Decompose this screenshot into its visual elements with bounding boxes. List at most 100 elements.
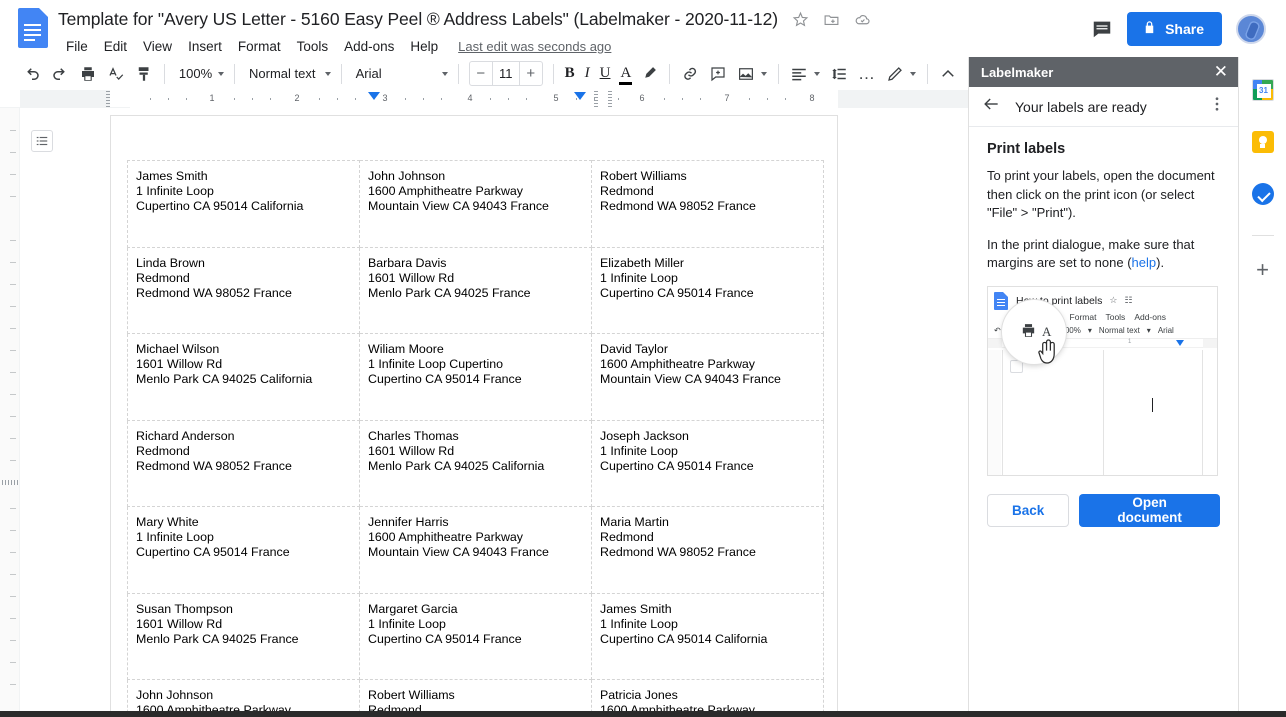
collapse-toolbar-icon[interactable] xyxy=(934,61,962,87)
paragraph-style-selector[interactable]: Normal text xyxy=(241,61,335,87)
spelling-check-icon[interactable] xyxy=(102,61,130,87)
table-row[interactable]: Linda Brown Redmond Redmond WA 98052 Fra… xyxy=(127,246,824,334)
insert-link-icon[interactable] xyxy=(676,61,704,87)
align-left-icon[interactable] xyxy=(785,61,825,87)
label-cell[interactable]: James Smith 1 Infinite Loop Cupertino CA… xyxy=(127,160,360,248)
menu-item-insert[interactable]: Insert xyxy=(180,37,230,56)
label-cell[interactable]: Mary White 1 Infinite Loop Cupertino CA … xyxy=(127,506,360,594)
line-spacing-icon[interactable] xyxy=(825,61,853,87)
label-cell[interactable]: John Johnson 1600 Amphitheatre Parkway M… xyxy=(359,160,592,248)
document-page[interactable]: James Smith 1 Infinite Loop Cupertino CA… xyxy=(110,115,838,717)
menu-item-addons[interactable]: Add-ons xyxy=(336,37,402,56)
table-row[interactable]: Richard Anderson Redmond Redmond WA 9805… xyxy=(127,419,824,507)
table-row[interactable]: Michael Wilson 1601 Willow Rd Menlo Park… xyxy=(127,333,824,421)
font-size-stepper[interactable]: − 11 + xyxy=(468,61,543,86)
back-arrow-icon[interactable] xyxy=(981,94,1001,119)
italic-button[interactable]: I xyxy=(580,61,595,87)
star-icon[interactable] xyxy=(792,11,809,28)
label-cell[interactable]: Charles Thomas 1601 Willow Rd Menlo Park… xyxy=(359,419,592,507)
label-cell[interactable]: Richard Anderson Redmond Redmond WA 9805… xyxy=(127,419,360,507)
print-icon[interactable] xyxy=(74,61,102,87)
share-button[interactable]: Share xyxy=(1127,12,1222,46)
highlight-pen-icon[interactable] xyxy=(636,61,663,87)
preview-caret-icon: ▾ xyxy=(1087,325,1092,335)
paint-format-icon[interactable] xyxy=(130,61,158,87)
menu-item-view[interactable]: View xyxy=(135,37,180,56)
right-indent-marker[interactable] xyxy=(574,92,586,100)
ruler-number-2: 2 xyxy=(294,93,300,103)
horizontal-ruler[interactable]: 1 2 3 4 5 6 7 8 xyxy=(0,90,968,108)
menu-item-format[interactable]: Format xyxy=(230,37,289,56)
menu-item-help[interactable]: Help xyxy=(402,37,446,56)
page-title[interactable]: Template for "Avery US Letter - 5160 Eas… xyxy=(58,9,778,30)
zoom-selector[interactable]: 100% xyxy=(171,61,228,87)
label-cell[interactable]: Barbara Davis 1601 Willow Rd Menlo Park … xyxy=(359,246,592,334)
label-cell[interactable]: David Taylor 1600 Amphitheatre Parkway M… xyxy=(591,333,824,421)
label-name: James Smith xyxy=(600,601,672,616)
move-to-folder-icon[interactable] xyxy=(823,11,840,28)
menu-item-file[interactable]: File xyxy=(58,37,96,56)
page-edge-handle[interactable] xyxy=(608,91,612,107)
table-row[interactable]: Susan Thompson 1601 Willow Rd Menlo Park… xyxy=(127,592,824,680)
label-name: John Johnson xyxy=(368,169,446,183)
sidebar-header: Labelmaker ✕ xyxy=(969,57,1238,87)
document-canvas[interactable]: James Smith 1 Infinite Loop Cupertino CA… xyxy=(20,108,968,717)
open-document-button[interactable]: Open document xyxy=(1079,493,1220,527)
label-name: John Johnson xyxy=(136,688,214,702)
pencil-editing-icon[interactable] xyxy=(881,61,921,87)
underline-button[interactable]: U xyxy=(595,61,616,87)
font-size-input[interactable]: 11 xyxy=(491,62,520,85)
last-edit-status[interactable]: Last edit was seconds ago xyxy=(458,39,611,54)
left-margin-handle[interactable] xyxy=(106,91,110,107)
vertical-ruler[interactable] xyxy=(0,108,20,717)
font-selector[interactable]: Arial xyxy=(348,61,452,87)
more-toolbar-options-button[interactable]: … xyxy=(853,61,881,87)
print-instructions-preview-image: How to print labels ☆ ☷ View Insert Form… xyxy=(987,285,1218,476)
font-size-increase-button[interactable]: + xyxy=(520,62,542,85)
redo-icon[interactable] xyxy=(46,61,74,87)
label-name: Margaret Garcia xyxy=(368,601,458,616)
label-cell[interactable]: Maria Martin Redmond Redmond WA 98052 Fr… xyxy=(591,506,824,594)
label-cell[interactable]: Joseph Jackson 1 Infinite Loop Cupertino… xyxy=(591,419,824,507)
calendar-day-number: 31 xyxy=(1256,84,1271,98)
google-keep-icon[interactable] xyxy=(1251,131,1274,153)
label-cell[interactable]: James Smith 1 Infinite Loop Cupertino CA… xyxy=(591,592,824,680)
label-cell[interactable]: Margaret Garcia 1 Infinite Loop Cupertin… xyxy=(359,592,592,680)
google-calendar-icon[interactable]: 31 xyxy=(1251,79,1274,101)
label-cell[interactable]: Robert Williams Redmond Redmond WA 98052… xyxy=(591,160,824,248)
add-comment-icon[interactable] xyxy=(704,61,732,87)
label-cell[interactable]: Jennifer Harris 1600 Amphitheatre Parkwa… xyxy=(359,506,592,594)
more-options-icon[interactable] xyxy=(1208,95,1226,118)
google-tasks-icon[interactable] xyxy=(1251,183,1274,205)
labels-table[interactable]: James Smith 1 Infinite Loop Cupertino CA… xyxy=(127,160,824,717)
back-button[interactable]: Back xyxy=(987,493,1070,527)
label-cell[interactable]: Susan Thompson 1601 Willow Rd Menlo Park… xyxy=(127,592,360,680)
right-margin-handle[interactable] xyxy=(594,91,598,107)
font-size-decrease-button[interactable]: − xyxy=(470,62,492,85)
label-street: 1600 Amphitheatre Parkway xyxy=(368,184,523,199)
label-cell[interactable]: Elizabeth Miller 1 Infinite Loop Cuperti… xyxy=(591,246,824,334)
label-name: Patricia Jones xyxy=(600,688,678,702)
menu-item-edit[interactable]: Edit xyxy=(96,37,135,56)
left-indent-marker[interactable] xyxy=(368,92,380,100)
menu-item-tools[interactable]: Tools xyxy=(289,37,337,56)
close-icon[interactable]: ✕ xyxy=(1214,63,1228,80)
table-row[interactable]: James Smith 1 Infinite Loop Cupertino CA… xyxy=(127,160,824,248)
cloud-saved-icon[interactable] xyxy=(854,11,871,28)
help-link[interactable]: help xyxy=(1132,255,1157,270)
table-row[interactable]: Mary White 1 Infinite Loop Cupertino CA … xyxy=(127,506,824,594)
label-cell[interactable]: Michael Wilson 1601 Willow Rd Menlo Park… xyxy=(127,333,360,421)
comment-history-icon[interactable] xyxy=(1091,18,1113,40)
label-name: Maria Martin xyxy=(600,515,669,529)
add-addon-button[interactable]: + xyxy=(1256,259,1269,281)
document-outline-icon[interactable] xyxy=(31,130,53,152)
insert-image-icon[interactable] xyxy=(732,61,772,87)
label-cell[interactable]: Wiliam Moore 1 Infinite Loop Cupertino C… xyxy=(359,333,592,421)
undo-icon[interactable] xyxy=(18,61,46,87)
text-color-button[interactable]: A xyxy=(615,61,636,87)
sidebar-body: Print labels To print your labels, open … xyxy=(969,127,1238,527)
top-margin-handle[interactable] xyxy=(2,480,18,485)
avatar[interactable] xyxy=(1236,14,1266,44)
label-cell[interactable]: Linda Brown Redmond Redmond WA 98052 Fra… xyxy=(127,246,360,334)
bold-button[interactable]: B xyxy=(560,61,580,87)
